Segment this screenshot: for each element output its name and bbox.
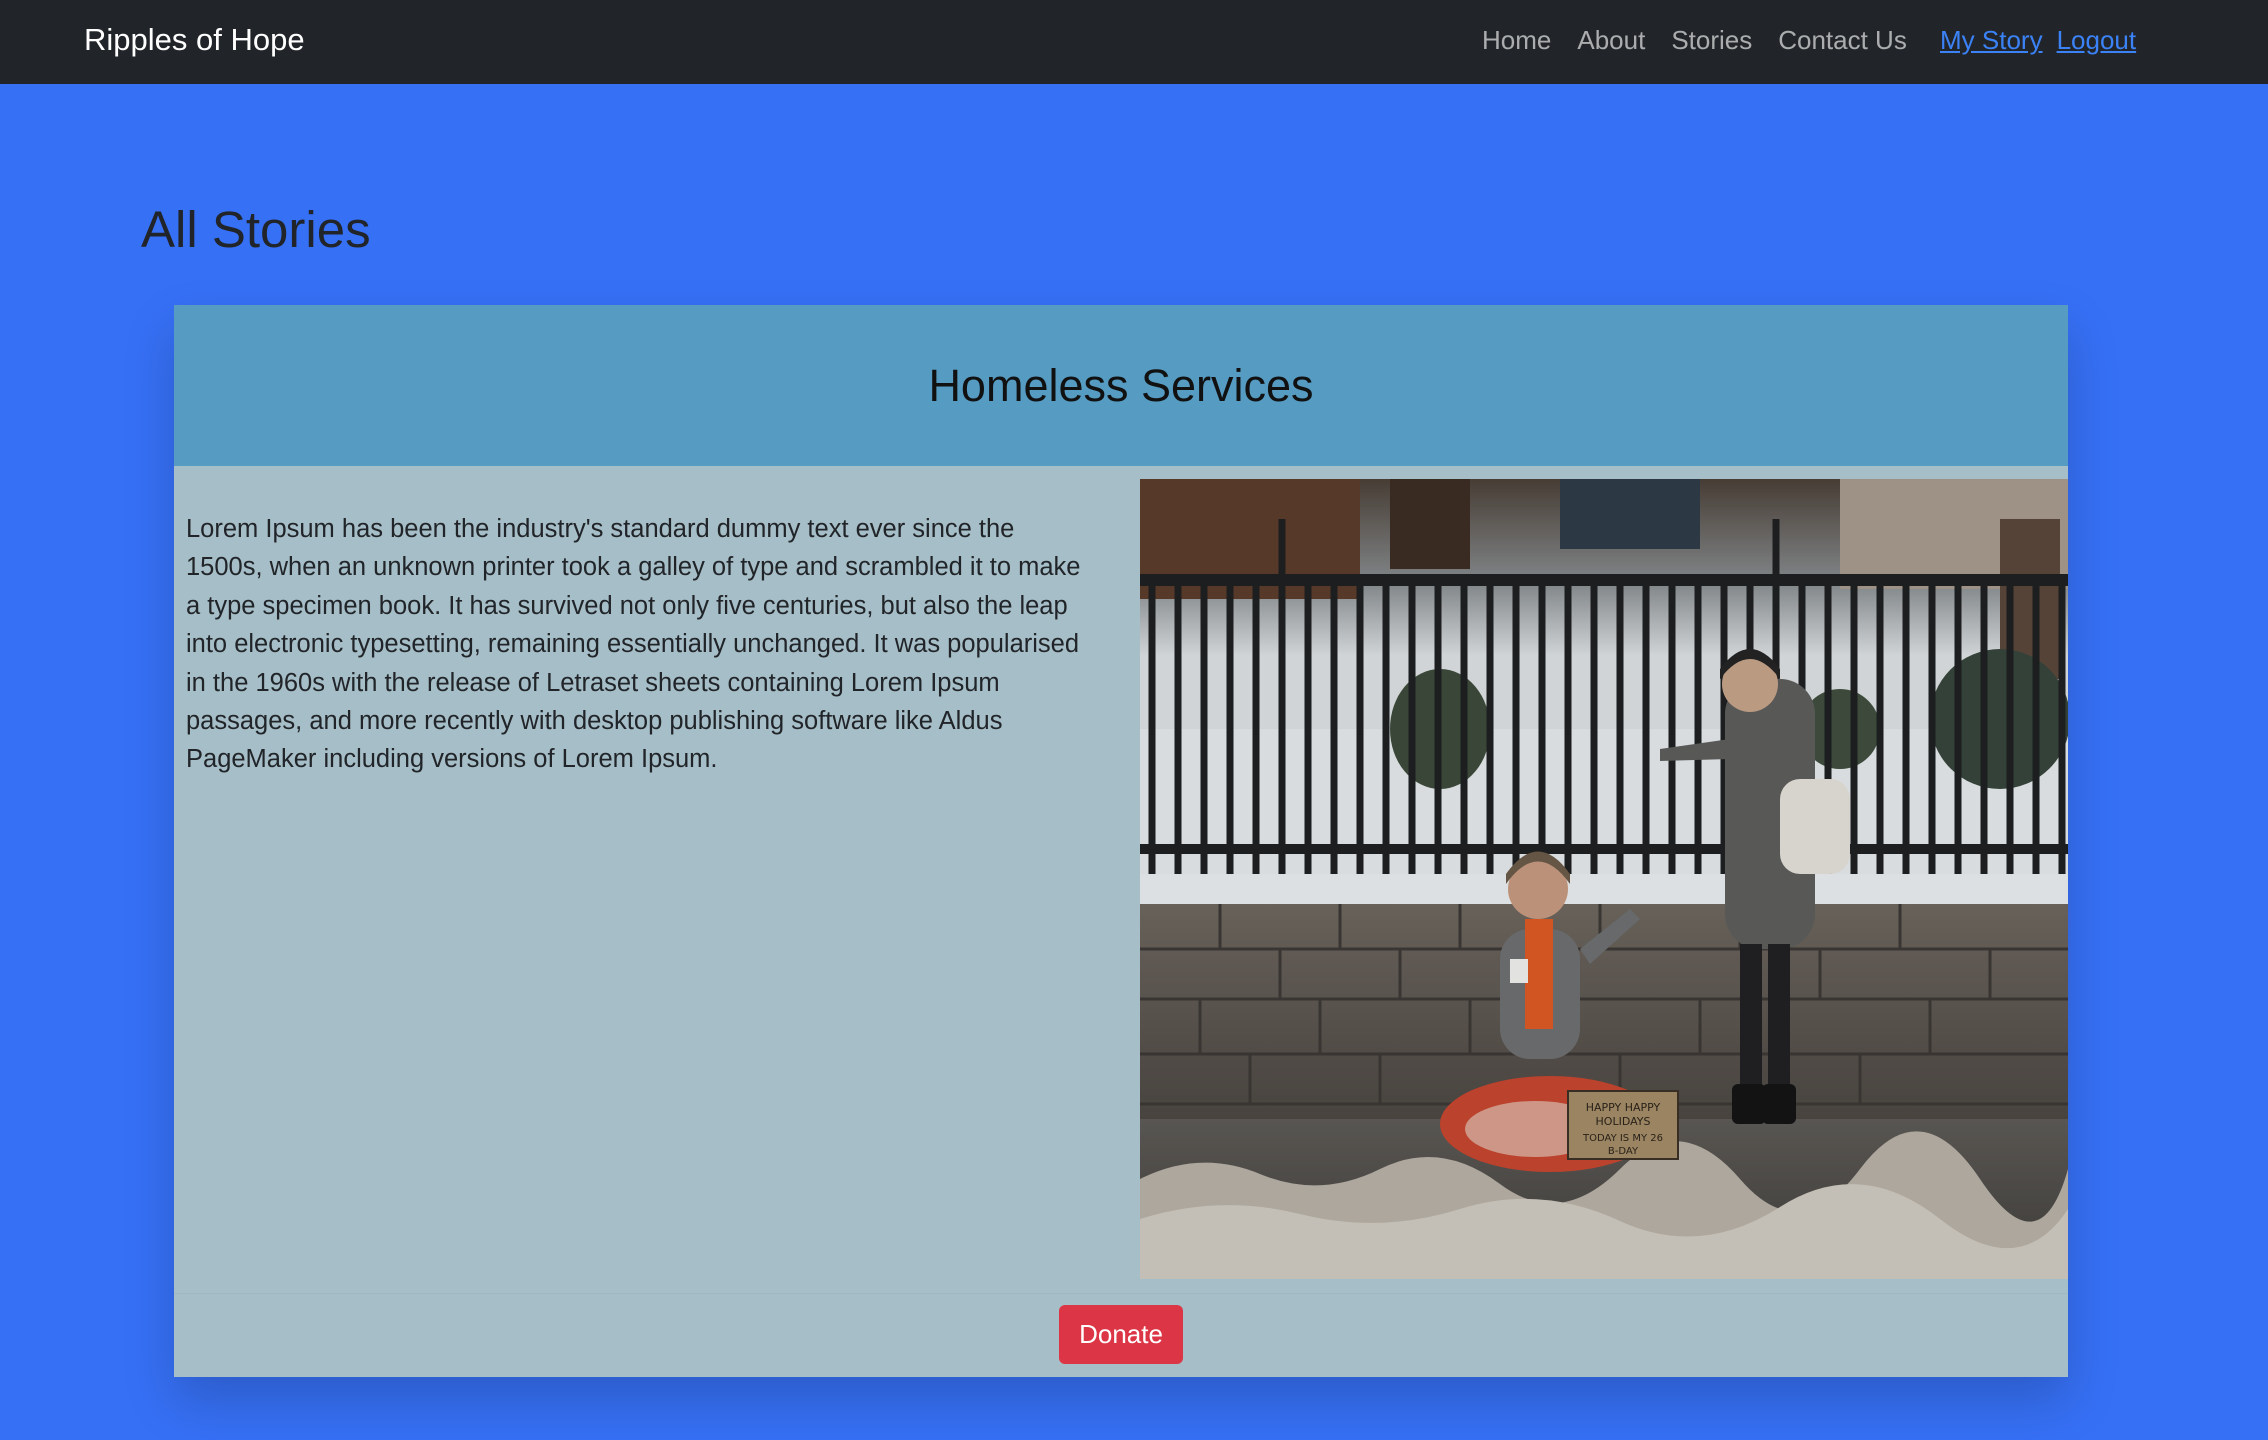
logout-link[interactable]: Logout [2057,20,2137,60]
story-card-header: Homeless Services [174,305,2068,466]
nav-link-stories[interactable]: Stories [1671,20,1752,60]
user-links: My Story Logout [1940,20,2150,60]
nav-link-home[interactable]: Home [1482,20,1551,60]
nav-link-about[interactable]: About [1577,20,1645,60]
story-photo: HAPPY HAPPY HOLIDAYS TODAY IS MY 26 B-DA… [1140,479,2068,1279]
page-title: All Stories [141,201,371,258]
brand-logo[interactable]: Ripples of Hope [84,20,305,60]
story-title: Homeless Services [928,359,1314,411]
donate-button[interactable]: Donate [1059,1305,1183,1364]
my-story-link[interactable]: My Story [1940,20,2043,60]
story-text: Lorem Ipsum has been the industry's stan… [186,515,1081,774]
story-card: Homeless Services Lorem Ipsum has been t… [174,305,2068,1377]
nav-link-contact[interactable]: Contact Us [1778,20,1907,60]
story-image: HAPPY HAPPY HOLIDAYS TODAY IS MY 26 B-DA… [1140,479,2068,1279]
navbar: Ripples of Hope Home About Stories Conta… [0,0,2268,84]
nav-links: Home About Stories Contact Us [1482,20,1933,60]
